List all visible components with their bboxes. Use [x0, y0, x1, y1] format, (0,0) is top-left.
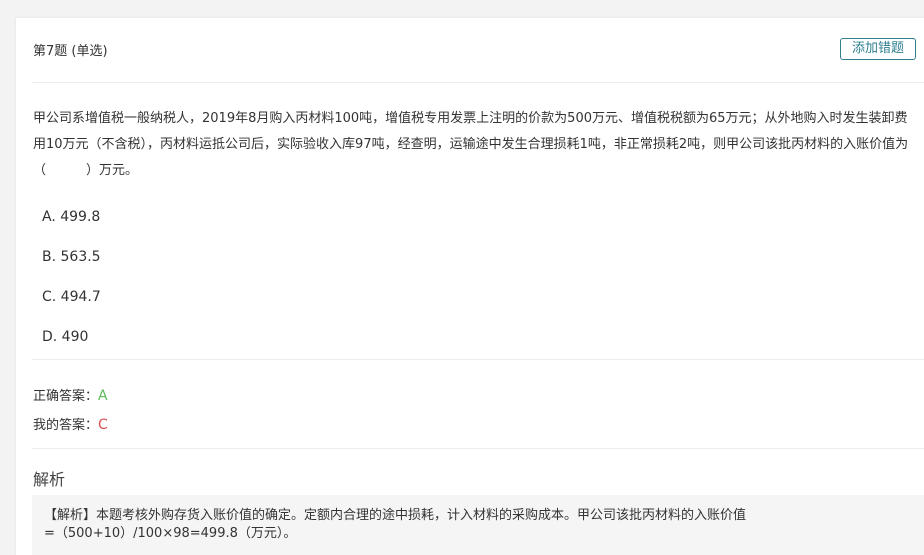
question-card: 第7题 (单选) 添加错题 甲公司系增值税一般纳税人，2019年8月购入丙材料1… [16, 18, 924, 555]
analysis-title: 解析 [33, 470, 66, 489]
divider [32, 448, 924, 449]
option-a[interactable]: A. 499.8 [42, 209, 100, 225]
add-wrong-question-button[interactable]: 添加错题 [840, 38, 916, 60]
my-answer-row: 我的答案：C [33, 414, 108, 433]
correct-answer-label: 正确答案： [33, 389, 99, 404]
question-stem: 甲公司系增值税一般纳税人，2019年8月购入丙材料100吨，增值税专用发票上注明… [33, 106, 913, 184]
divider [32, 359, 924, 360]
stem-text-end: ）万元。 [86, 163, 139, 178]
analysis-text-line2: =（500+10）/100×98=499.8（万元）。 [44, 526, 297, 541]
divider [32, 82, 924, 83]
option-d[interactable]: D. 490 [42, 329, 88, 345]
my-answer-value: C [98, 417, 108, 433]
correct-answer-value: A [98, 388, 108, 404]
option-b[interactable]: B. 563.5 [42, 249, 101, 265]
analysis-box: 【解析】本题考核外购存货入账价值的确定。定额内合理的途中损耗，计入材料的采购成本… [32, 495, 924, 555]
my-answer-label: 我的答案： [33, 418, 99, 433]
correct-answer-row: 正确答案：A [33, 385, 108, 404]
stem-text: 甲公司系增值税一般纳税人，2019年8月购入丙材料100吨，增值税专用发票上注明… [33, 111, 909, 178]
question-number: 第7题 (单选) [33, 44, 108, 59]
option-c[interactable]: C. 494.7 [42, 289, 101, 305]
analysis-text-line1: 【解析】本题考核外购存货入账价值的确定。定额内合理的途中损耗，计入材料的采购成本… [44, 508, 747, 523]
